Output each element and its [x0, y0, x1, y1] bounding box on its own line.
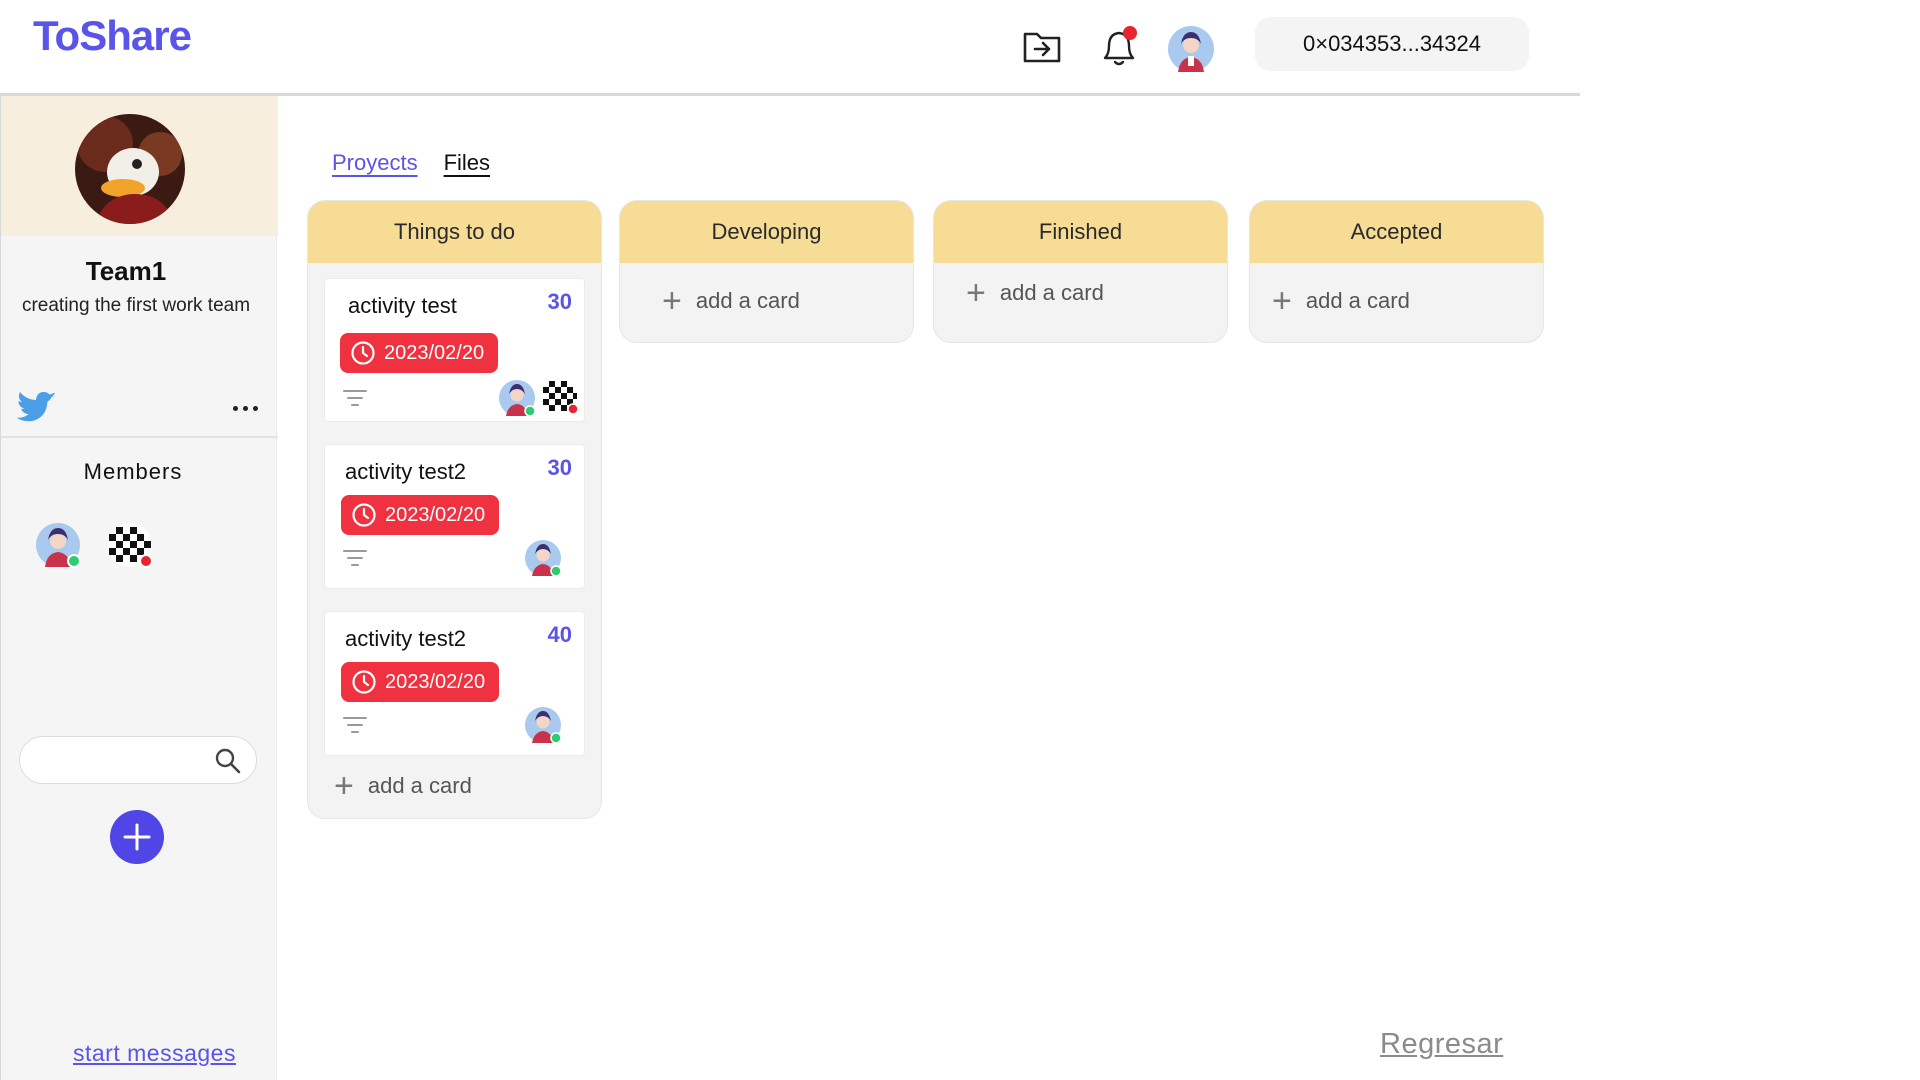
search-icon[interactable]	[214, 747, 242, 775]
add-card-button[interactable]: + add a card	[636, 279, 897, 323]
sidebar-divider	[1, 436, 278, 438]
add-button[interactable]	[110, 810, 164, 864]
column-title: Finished	[934, 201, 1227, 263]
plus-icon	[123, 823, 151, 851]
task-card[interactable]: activity test 30 2023/02/20	[324, 278, 585, 422]
card-points: 30	[547, 455, 572, 480]
tab-files[interactable]: Files	[444, 150, 490, 176]
user-avatar[interactable]	[1168, 26, 1214, 72]
filter-icon	[343, 389, 367, 407]
due-date: 2023/02/20	[385, 670, 486, 693]
plus-icon: +	[334, 767, 354, 805]
clock-icon	[352, 670, 376, 694]
back-link[interactable]: Regresar	[1380, 1028, 1503, 1061]
member-avatar[interactable]	[107, 522, 153, 568]
plus-icon: +	[1272, 282, 1292, 320]
section-tabs: Proyects Files	[332, 150, 490, 176]
add-card-label: add a card	[695, 288, 800, 313]
add-card-button[interactable]: + add a card	[324, 764, 585, 808]
column-title: Things to do	[308, 201, 601, 263]
start-messages-link[interactable]: start messages	[73, 1040, 236, 1067]
due-date-badge: 2023/02/20	[340, 333, 499, 373]
plus-icon: +	[966, 274, 986, 312]
member-avatar[interactable]	[35, 522, 81, 568]
assignee-avatar[interactable]	[498, 379, 536, 417]
add-card-label: add a card	[367, 773, 472, 798]
team-description: creating the first work team	[21, 295, 251, 316]
assignee-avatar[interactable]	[542, 378, 580, 416]
assignee-avatar[interactable]	[524, 539, 562, 577]
board-column-developing: Developing + add a card	[619, 200, 914, 343]
wallet-address-button[interactable]: 0×034353...34324	[1255, 17, 1529, 71]
top-header: ToShare 0×034353...34324	[0, 0, 1580, 96]
task-card[interactable]: activity test2 40 2023/02/20	[324, 611, 585, 756]
card-title: activity test	[348, 293, 457, 318]
sidebar: Team1 creating the first work team Membe…	[0, 96, 278, 1080]
due-date-badge: 2023/02/20	[341, 495, 500, 535]
card-title: activity test2	[345, 459, 467, 484]
assignee-avatar[interactable]	[524, 706, 562, 744]
add-card-button[interactable]: + add a card	[950, 271, 1211, 315]
members-title: Members	[83, 459, 183, 484]
bell-icon[interactable]	[1097, 24, 1141, 68]
due-date-badge: 2023/02/20	[341, 662, 500, 702]
column-title: Accepted	[1250, 201, 1543, 263]
twitter-icon[interactable]	[16, 391, 57, 424]
due-date: 2023/02/20	[384, 341, 485, 364]
task-card[interactable]: activity test2 30 2023/02/20	[324, 444, 585, 589]
add-card-button[interactable]: + add a card	[1266, 279, 1527, 323]
filter-icon	[343, 716, 367, 734]
board-column-things-to-do: Things to do activity test 30 2023/02/20	[307, 200, 602, 819]
due-date: 2023/02/20	[385, 503, 486, 526]
card-points: 30	[547, 289, 572, 314]
tab-proyects[interactable]: Proyects	[332, 150, 418, 176]
add-card-label: add a card	[999, 280, 1104, 305]
team-avatar[interactable]	[75, 114, 185, 224]
notification-dot	[1123, 26, 1137, 40]
clock-icon	[351, 341, 375, 365]
clock-icon	[352, 503, 376, 527]
search-input[interactable]	[34, 747, 204, 775]
search-field[interactable]	[19, 736, 257, 784]
plus-icon: +	[662, 282, 682, 320]
card-title: activity test2	[345, 626, 467, 651]
filter-icon	[343, 549, 367, 567]
import-icon[interactable]	[1020, 24, 1064, 68]
board-column-finished: Finished + add a card	[933, 200, 1228, 343]
add-card-label: add a card	[1305, 288, 1410, 313]
column-title: Developing	[620, 201, 913, 263]
more-options-icon[interactable]	[227, 396, 263, 420]
team-banner	[1, 96, 278, 236]
card-points: 40	[547, 622, 572, 647]
app-logo[interactable]: ToShare	[33, 12, 192, 60]
board-column-accepted: Accepted + add a card	[1249, 200, 1544, 343]
team-name: Team1	[85, 256, 167, 286]
